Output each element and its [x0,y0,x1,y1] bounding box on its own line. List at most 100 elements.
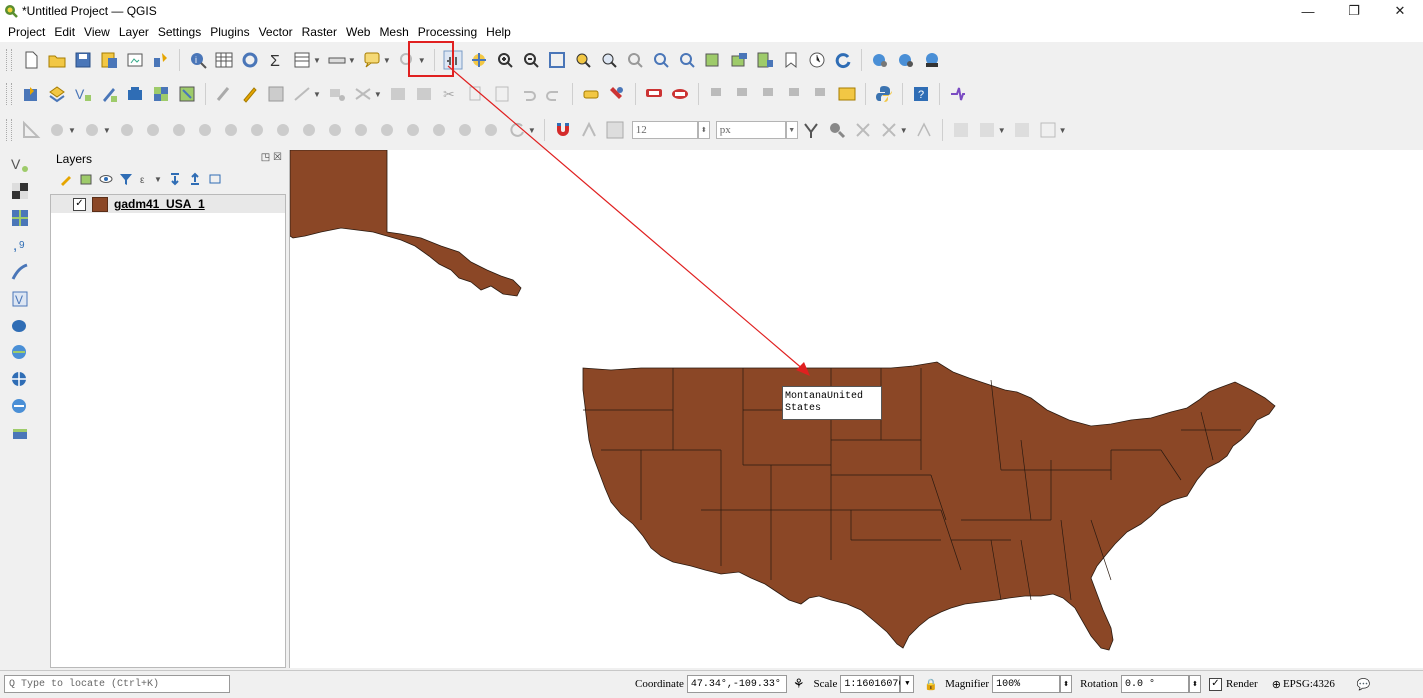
adv-tool-16-icon[interactable] [429,120,449,140]
adv-tool-11-icon[interactable] [299,120,319,140]
adv-tool-7-icon[interactable] [195,120,215,140]
render-checkbox[interactable]: ✓ [1208,677,1222,691]
expand-all-icon[interactable] [168,172,182,186]
shape-tool-4-icon[interactable] [1038,120,1058,140]
zoom-in-icon[interactable] [495,50,515,70]
add-wcs-side-icon[interactable] [10,397,30,417]
zoom-out-icon[interactable] [521,50,541,70]
add-postgis-side-icon[interactable] [10,316,30,336]
refresh-icon[interactable] [833,50,853,70]
delete-selected-icon[interactable] [388,84,408,104]
adv-tool-15-icon[interactable] [403,120,423,140]
panel-float-close-icon[interactable]: ◳ ☒ [261,152,282,163]
zoom-full-icon[interactable] [547,50,567,70]
layer-labeling-icon[interactable] [581,84,601,104]
save-project-icon[interactable] [73,50,93,70]
locator-search-input[interactable]: Q Type to locate (Ctrl+K) [4,675,230,693]
minimize-button[interactable]: — [1285,0,1331,22]
snapping-unit-dropdown[interactable]: ▼ [785,121,798,139]
add-virtual-layer-side-icon[interactable]: V [10,289,30,309]
new-shapefile-icon[interactable] [99,84,119,104]
close-button[interactable]: ✕ [1377,0,1423,22]
adv-tool-9-icon[interactable] [247,120,267,140]
toolbar-grip[interactable] [6,49,12,71]
redo-icon[interactable] [544,84,564,104]
adv-tool-13-icon[interactable] [351,120,371,140]
add-mesh-side-icon[interactable] [10,208,30,228]
measure-icon[interactable] [327,50,347,70]
open-table-icon[interactable] [292,50,312,70]
manage-visibility-eye-icon[interactable] [99,172,113,186]
menu-layer[interactable]: Layer [119,25,149,39]
add-wfs-side-icon[interactable] [10,370,30,390]
zoom-next-icon[interactable] [677,50,697,70]
layer-visibility-checkbox[interactable]: ✓ [73,197,86,211]
vertex-tool-icon[interactable] [327,84,347,104]
shape-tool-2-icon[interactable] [977,120,997,140]
adv-tool-3-icon[interactable] [82,120,102,140]
lock-scale-icon[interactable]: 🔒 [924,678,938,691]
adv-tool-4-icon[interactable] [117,120,137,140]
messages-icon[interactable]: 💬 [1357,678,1371,691]
print-layout-icon[interactable] [125,50,145,70]
trace-icon[interactable] [879,120,899,140]
snapping-unit-select[interactable]: px [715,121,786,139]
rotate-icon[interactable] [507,120,527,140]
adv-tool-6-icon[interactable] [169,120,189,140]
globe-search-icon[interactable] [870,50,890,70]
add-spatialite-side-icon[interactable] [10,262,30,282]
save-as-icon[interactable] [99,50,119,70]
adv-tool-14-icon[interactable] [377,120,397,140]
collapse-all-icon[interactable] [188,172,202,186]
adv-digitize-icon[interactable] [21,120,41,140]
globe-info-icon[interactable] [896,50,916,70]
adv-tool-8-icon[interactable] [221,120,241,140]
add-arcgis-side-icon[interactable] [10,424,30,444]
help-icon[interactable]: ? [911,84,931,104]
scissors-icon[interactable]: ✂ [440,84,460,104]
field-calculator-icon[interactable] [240,50,260,70]
toolbar-grip[interactable] [6,119,12,141]
new-bookmark-icon[interactable] [755,50,775,70]
remove-layer-icon[interactable] [208,172,222,186]
pan-to-selection-icon[interactable] [469,50,489,70]
pan-hand-icon[interactable] [443,50,463,70]
menu-view[interactable]: View [84,25,110,39]
add-vector-layer-side-icon[interactable]: V [10,154,30,174]
adv-tool-18-icon[interactable] [481,120,501,140]
save-edits-icon[interactable] [266,84,286,104]
adv-tool-5-icon[interactable] [143,120,163,140]
snap-grid-icon[interactable] [605,120,625,140]
move-label-icon[interactable] [670,84,690,104]
easy-label-icon[interactable] [837,84,857,104]
filter-expression-icon[interactable]: ε [139,172,153,186]
label-tool-4-icon[interactable] [785,84,805,104]
shape-tool-3-icon[interactable] [1012,120,1032,140]
snapping-tolerance-input[interactable]: 12 [631,121,698,139]
paste-features-icon[interactable] [492,84,512,104]
change-label-icon[interactable] [733,84,753,104]
add-raster-icon[interactable] [151,84,171,104]
modify-attributes-icon[interactable] [353,84,373,104]
magnifier-field[interactable]: 100% [992,675,1061,693]
shape-digitize-icon[interactable] [951,120,971,140]
temporal-clock-icon[interactable] [807,50,827,70]
style-manager-icon[interactable] [151,50,171,70]
python-console-icon[interactable] [874,84,894,104]
identify-icon[interactable]: i [188,50,208,70]
snapping-tolerance-stepper[interactable]: ⬍ [697,121,710,139]
add-vector-layer-icon[interactable]: V [73,84,93,104]
show-pin-labels-icon[interactable] [644,84,664,104]
data-source-manager-icon[interactable] [21,84,41,104]
style-panel-icon[interactable] [59,172,73,186]
zoom-layer-icon[interactable] [599,50,619,70]
label-tool-3-icon[interactable] [759,84,779,104]
adv-tool-17-icon[interactable] [455,120,475,140]
menu-processing[interactable]: Processing [418,25,477,39]
globe-car-icon[interactable] [922,50,942,70]
scale-dropdown[interactable]: ▼ [900,675,915,693]
zoom-selection-icon[interactable] [573,50,593,70]
coordinate-field[interactable]: 47.34°,-109.33° [686,675,787,693]
add-wms-side-icon[interactable] [10,343,30,363]
menu-help[interactable]: Help [486,25,511,39]
